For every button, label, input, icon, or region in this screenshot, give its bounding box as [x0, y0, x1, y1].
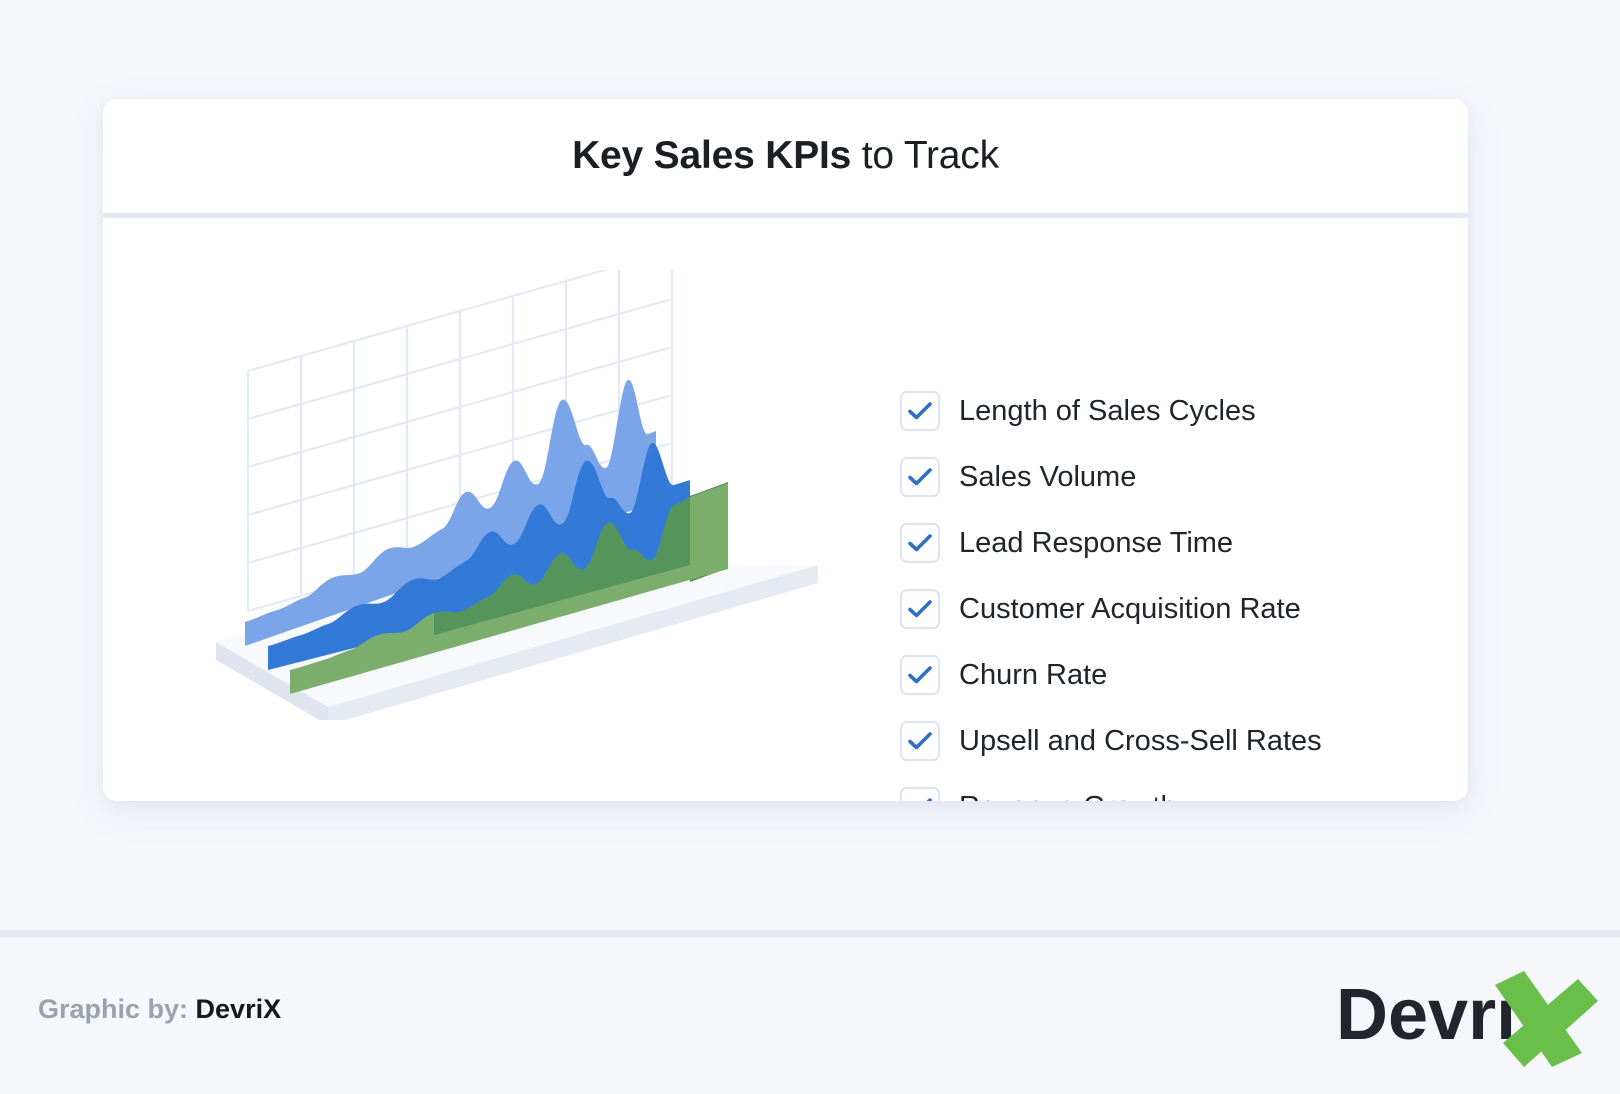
checkbox-checked-icon[interactable] [900, 655, 940, 695]
footer-divider [0, 930, 1620, 937]
devrix-logo[interactable]: Devri [1328, 957, 1598, 1067]
list-item-label: Revenue Growth [959, 791, 1177, 802]
checkbox-checked-icon[interactable] [900, 457, 940, 497]
logo-wordmark: Devri [1336, 975, 1516, 1055]
list-item[interactable]: Upsell and Cross-Sell Rates [900, 708, 1420, 774]
list-item-label: Length of Sales Cycles [959, 395, 1256, 428]
checkbox-checked-icon[interactable] [900, 787, 940, 801]
checkbox-checked-icon[interactable] [900, 391, 940, 431]
credit-line: Graphic by: DevriX [38, 994, 281, 1025]
list-item[interactable]: Revenue Growth [900, 774, 1420, 801]
isometric-area-chart-illustration [208, 270, 848, 720]
list-item[interactable]: Sales Volume [900, 444, 1420, 510]
list-item-label: Sales Volume [959, 461, 1136, 494]
page-title: Key Sales KPIs to Track [572, 134, 999, 178]
credit-prefix: Graphic by: [38, 994, 188, 1024]
kpi-card: Key Sales KPIs to Track [103, 99, 1468, 801]
page-title-strong: Key Sales KPIs [572, 134, 851, 177]
list-item-label: Upsell and Cross-Sell Rates [959, 725, 1322, 758]
footer: Graphic by: DevriX Devri [0, 937, 1620, 1094]
list-item[interactable]: Length of Sales Cycles [900, 378, 1420, 444]
checkbox-checked-icon[interactable] [900, 523, 940, 563]
credit-brand: DevriX [196, 994, 282, 1024]
list-item[interactable]: Lead Response Time [900, 510, 1420, 576]
checkbox-checked-icon[interactable] [900, 721, 940, 761]
card-header: Key Sales KPIs to Track [103, 99, 1468, 213]
list-item[interactable]: Churn Rate [900, 642, 1420, 708]
list-item-label: Lead Response Time [959, 527, 1233, 560]
checkbox-checked-icon[interactable] [900, 589, 940, 629]
kpi-checklist: Length of Sales Cycles Sales Volume Lead… [900, 378, 1420, 801]
list-item-label: Customer Acquisition Rate [959, 593, 1301, 626]
page-title-light: to Track [851, 134, 999, 177]
list-item-label: Churn Rate [959, 659, 1107, 692]
list-item[interactable]: Customer Acquisition Rate [900, 576, 1420, 642]
card-body: Length of Sales Cycles Sales Volume Lead… [103, 218, 1468, 801]
main-stage: Key Sales KPIs to Track [0, 0, 1620, 930]
